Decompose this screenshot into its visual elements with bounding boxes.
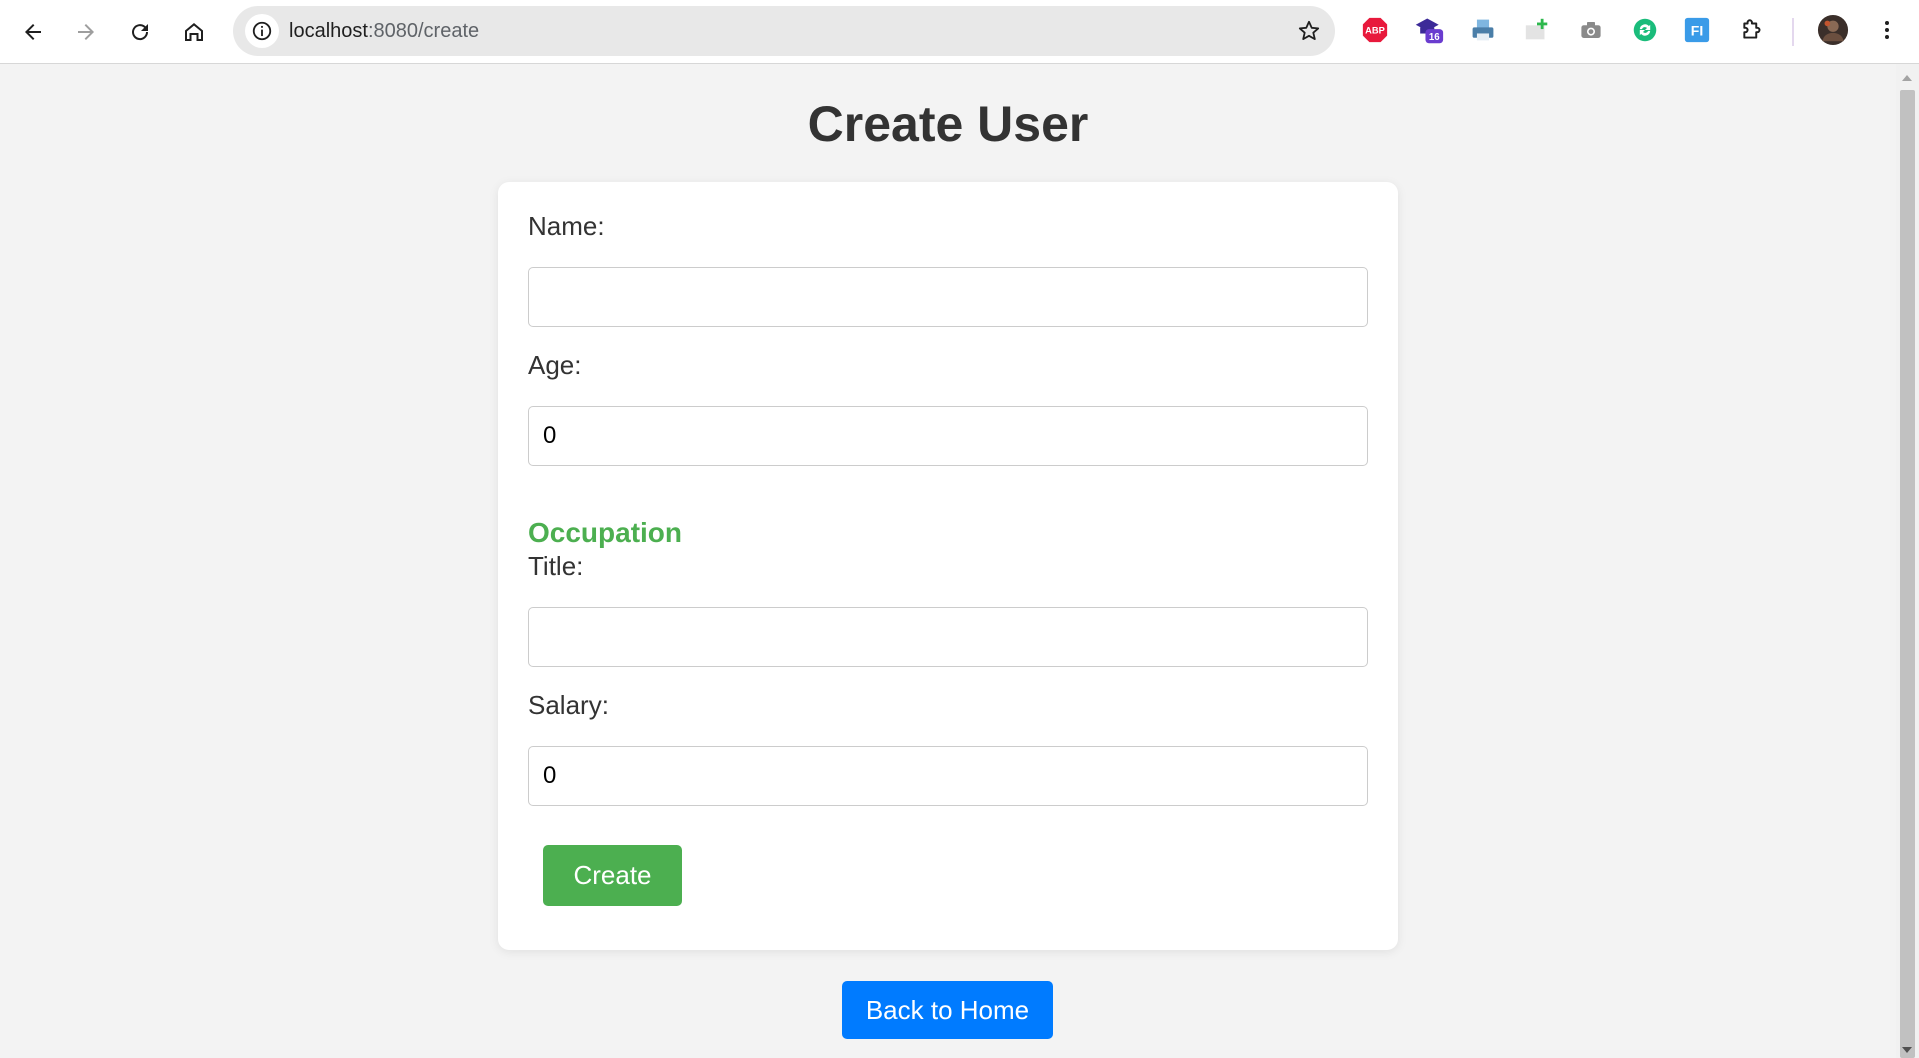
salary-label: Salary: xyxy=(528,690,609,720)
extensions-puzzle-icon[interactable] xyxy=(1738,15,1768,45)
url-path: :8080/create xyxy=(367,20,480,42)
url-text[interactable]: localhost:8080/create xyxy=(289,6,479,56)
scroll-down-arrow-icon[interactable] xyxy=(1902,1047,1912,1053)
browser-toolbar: localhost:8080/create ABP 16 FI xyxy=(0,0,1919,64)
page-title: Create User xyxy=(807,96,1089,152)
graduation-cap-extension-icon[interactable]: 16 xyxy=(1414,15,1444,45)
forward-arrow-icon[interactable] xyxy=(66,12,106,52)
home-icon[interactable] xyxy=(174,12,214,52)
page-scrollbar[interactable] xyxy=(1896,64,1919,1058)
create-user-form: Name: Age: Occupation Title: Salary: Cre… xyxy=(498,182,1398,950)
scrollbar-thumb[interactable] xyxy=(1900,90,1915,1058)
svg-text:ABP: ABP xyxy=(1365,26,1385,36)
site-info-icon[interactable] xyxy=(245,14,279,48)
back-arrow-icon[interactable] xyxy=(13,12,53,52)
reload-icon[interactable] xyxy=(120,12,160,52)
title-label: Title: xyxy=(528,551,584,581)
url-host: localhost xyxy=(289,20,368,42)
fi-extension-icon[interactable]: FI xyxy=(1682,15,1712,45)
adblock-plus-icon[interactable]: ABP xyxy=(1360,15,1390,45)
title-input[interactable] xyxy=(528,607,1368,667)
occupation-heading: Occupation xyxy=(528,517,683,548)
svg-text:16: 16 xyxy=(1429,32,1440,43)
profile-avatar-icon[interactable] xyxy=(1816,13,1850,47)
scroll-up-arrow-icon[interactable] xyxy=(1902,75,1912,81)
age-label: Age: xyxy=(528,350,582,380)
toolbar-divider xyxy=(1792,18,1794,46)
add-tab-extension-icon[interactable] xyxy=(1522,15,1552,45)
name-label: Name: xyxy=(528,211,605,241)
age-input[interactable] xyxy=(528,406,1368,466)
address-bar[interactable]: localhost:8080/create xyxy=(233,6,1335,56)
camera-extension-icon[interactable] xyxy=(1576,15,1606,45)
back-to-home-button[interactable]: Back to Home xyxy=(842,981,1053,1039)
svg-text:FI: FI xyxy=(1691,23,1703,39)
name-input[interactable] xyxy=(528,267,1368,327)
sync-extension-icon[interactable] xyxy=(1630,15,1660,45)
printer-extension-icon[interactable] xyxy=(1468,15,1498,45)
bookmark-star-icon[interactable] xyxy=(1297,19,1321,43)
browser-menu-kebab-icon[interactable] xyxy=(1872,15,1902,45)
create-button[interactable]: Create xyxy=(543,845,682,906)
salary-input[interactable] xyxy=(528,746,1368,806)
